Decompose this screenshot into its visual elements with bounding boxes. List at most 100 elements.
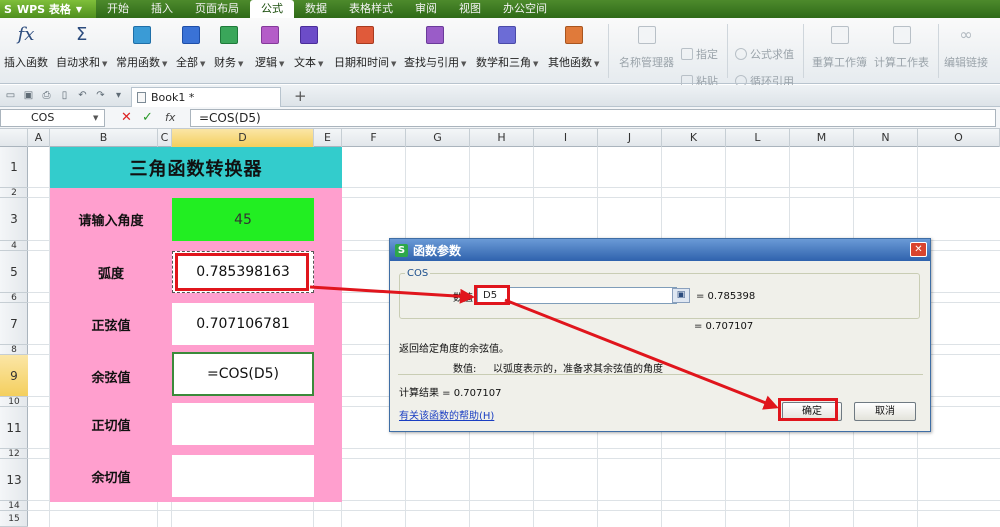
row-header-13[interactable]: 13 (0, 459, 28, 501)
param-result: = 0.785398 (696, 291, 756, 302)
dialog-title-bar[interactable]: S 函数参数 (390, 239, 930, 261)
edit-links-button[interactable]: ∞ 编辑链接 (944, 22, 988, 70)
new-tab-button[interactable]: + (294, 88, 307, 104)
tab-label: Book1 * (151, 91, 195, 104)
insert-function-button[interactable]: fx 插入函数 (4, 22, 48, 70)
text-functions-button[interactable]: 文本 ▼ (294, 22, 323, 70)
all-functions-button[interactable]: 全部 ▼ (176, 22, 205, 70)
column-header-c[interactable]: C (158, 129, 172, 147)
tangent-label[interactable]: 正切值 (50, 403, 172, 445)
tab-formulas[interactable]: 公式 (250, 0, 294, 18)
column-header-e[interactable]: E (314, 129, 342, 147)
save-icon[interactable]: ▣ (21, 90, 36, 102)
cosine-cell[interactable]: =COS(D5) (172, 352, 314, 396)
sine-label[interactable]: 正弦值 (50, 303, 172, 345)
tangent-cell[interactable] (172, 403, 314, 445)
document-tab-bar: ▭ ▣ ⎙ ▯ ↶ ↷ ▾ Book1 * + (0, 85, 1000, 107)
column-header-m[interactable]: M (790, 129, 854, 147)
cotangent-cell[interactable] (172, 455, 314, 497)
tab-home[interactable]: 开始 (96, 0, 140, 18)
wps-logo-icon: S (395, 243, 408, 257)
row-header-6[interactable]: 6 (0, 293, 28, 303)
financial-functions-button[interactable]: 财务 ▼ (214, 22, 243, 70)
row-header-15[interactable]: 15 (0, 511, 28, 527)
tab-insert[interactable]: 插入 (140, 0, 184, 18)
insert-function-icon[interactable]: fx (165, 111, 175, 124)
tab-book1[interactable]: Book1 * (131, 87, 281, 107)
cancel-entry-icon[interactable]: ✕ (121, 110, 132, 125)
angle-input-cell[interactable]: 45 (172, 198, 314, 241)
column-header-h[interactable]: H (470, 129, 534, 147)
column-header-g[interactable]: G (406, 129, 470, 147)
tab-table-style[interactable]: 表格样式 (338, 0, 404, 18)
ribbon-separator (803, 24, 804, 78)
row-header-2[interactable]: 2 (0, 188, 28, 198)
row-header-1[interactable]: 1 (0, 147, 28, 188)
tab-page-layout[interactable]: 页面布局 (184, 0, 250, 18)
column-header-l[interactable]: L (726, 129, 790, 147)
row-header-3[interactable]: 3 (0, 198, 28, 241)
redo-icon[interactable]: ↷ (93, 90, 108, 102)
lookup-reference-button[interactable]: 查找与引用 ▼ (404, 22, 466, 70)
dialog-divider (398, 374, 923, 375)
column-header-i[interactable]: I (534, 129, 598, 147)
recalc-workbook-button[interactable]: 重算工作簿 (812, 22, 867, 70)
app-menu-button[interactable]: S WPS 表格 ▼ (0, 0, 96, 18)
tab-data[interactable]: 数据 (294, 0, 338, 18)
open-folder-icon[interactable]: ▭ (3, 90, 18, 102)
print-icon[interactable]: ⎙ (39, 90, 54, 102)
name-manager-button[interactable]: 名称管理器 (619, 22, 674, 70)
row-header-7[interactable]: 7 (0, 303, 28, 345)
help-link[interactable]: 有关该函数的帮助(H) (399, 407, 494, 422)
highlight-radian-box (175, 253, 309, 291)
chevron-down-icon[interactable]: ▼ (93, 114, 98, 122)
sigma-icon: Σ (76, 24, 88, 45)
radian-label[interactable]: 弧度 (50, 251, 172, 293)
close-icon[interactable]: ✕ (910, 242, 927, 257)
assign-name-button[interactable]: 指定 (681, 46, 718, 62)
column-header-j[interactable]: J (598, 129, 662, 147)
converter-title[interactable]: 三角函数转换器 (50, 147, 342, 188)
tab-review[interactable]: 审阅 (404, 0, 448, 18)
tab-view[interactable]: 视图 (448, 0, 492, 18)
collapse-dialog-icon[interactable]: ▣ (672, 288, 690, 303)
logical-functions-button[interactable]: 逻辑 ▼ (255, 22, 284, 70)
column-header-a[interactable]: A (28, 129, 50, 147)
angle-label[interactable]: 请输入角度 (50, 198, 172, 241)
math-trig-button[interactable]: 数学和三角 ▼ (476, 22, 538, 70)
row-header-10[interactable]: 10 (0, 397, 28, 407)
formula-eval-button[interactable]: 公式求值 (735, 46, 794, 62)
column-header-b[interactable]: B (50, 129, 158, 147)
name-box[interactable]: COS (0, 109, 105, 127)
column-header-f[interactable]: F (342, 129, 406, 147)
row-header-12[interactable]: 12 (0, 449, 28, 459)
column-header-k[interactable]: K (662, 129, 726, 147)
select-all-corner[interactable] (0, 129, 28, 147)
cotangent-label[interactable]: 余切值 (50, 455, 172, 497)
common-functions-button[interactable]: 常用函数 ▼ (116, 22, 167, 70)
calc-sheet-button[interactable]: 计算工作表 (874, 22, 929, 70)
row-header-5[interactable]: 5 (0, 251, 28, 293)
cosine-label[interactable]: 余弦值 (50, 355, 172, 397)
row-header-4[interactable]: 4 (0, 241, 28, 251)
cancel-button[interactable]: 取消 (854, 402, 916, 421)
row-header-9[interactable]: 9 (0, 355, 28, 397)
print-preview-icon[interactable]: ▯ (57, 90, 72, 102)
row-header-14[interactable]: 14 (0, 501, 28, 511)
column-header-d[interactable]: D (172, 129, 314, 147)
assign-icon (681, 48, 693, 60)
quick-access-dropdown-icon[interactable]: ▾ (111, 90, 126, 102)
formula-input[interactable]: =COS(D5) (190, 109, 996, 127)
ribbon-separator (727, 24, 728, 78)
other-functions-button[interactable]: 其他函数 ▼ (548, 22, 599, 70)
autosum-button[interactable]: Σ 自动求和 ▼ (56, 22, 107, 70)
row-header-8[interactable]: 8 (0, 345, 28, 355)
datetime-functions-button[interactable]: 日期和时间 ▼ (334, 22, 396, 70)
undo-icon[interactable]: ↶ (75, 90, 90, 102)
column-header-n[interactable]: N (854, 129, 918, 147)
confirm-entry-icon[interactable]: ✓ (142, 110, 153, 125)
row-header-11[interactable]: 11 (0, 407, 28, 449)
sine-cell[interactable]: 0.707106781 (172, 303, 314, 345)
tab-office-space[interactable]: 办公空间 (492, 0, 558, 18)
column-header-o[interactable]: O (918, 129, 1000, 147)
